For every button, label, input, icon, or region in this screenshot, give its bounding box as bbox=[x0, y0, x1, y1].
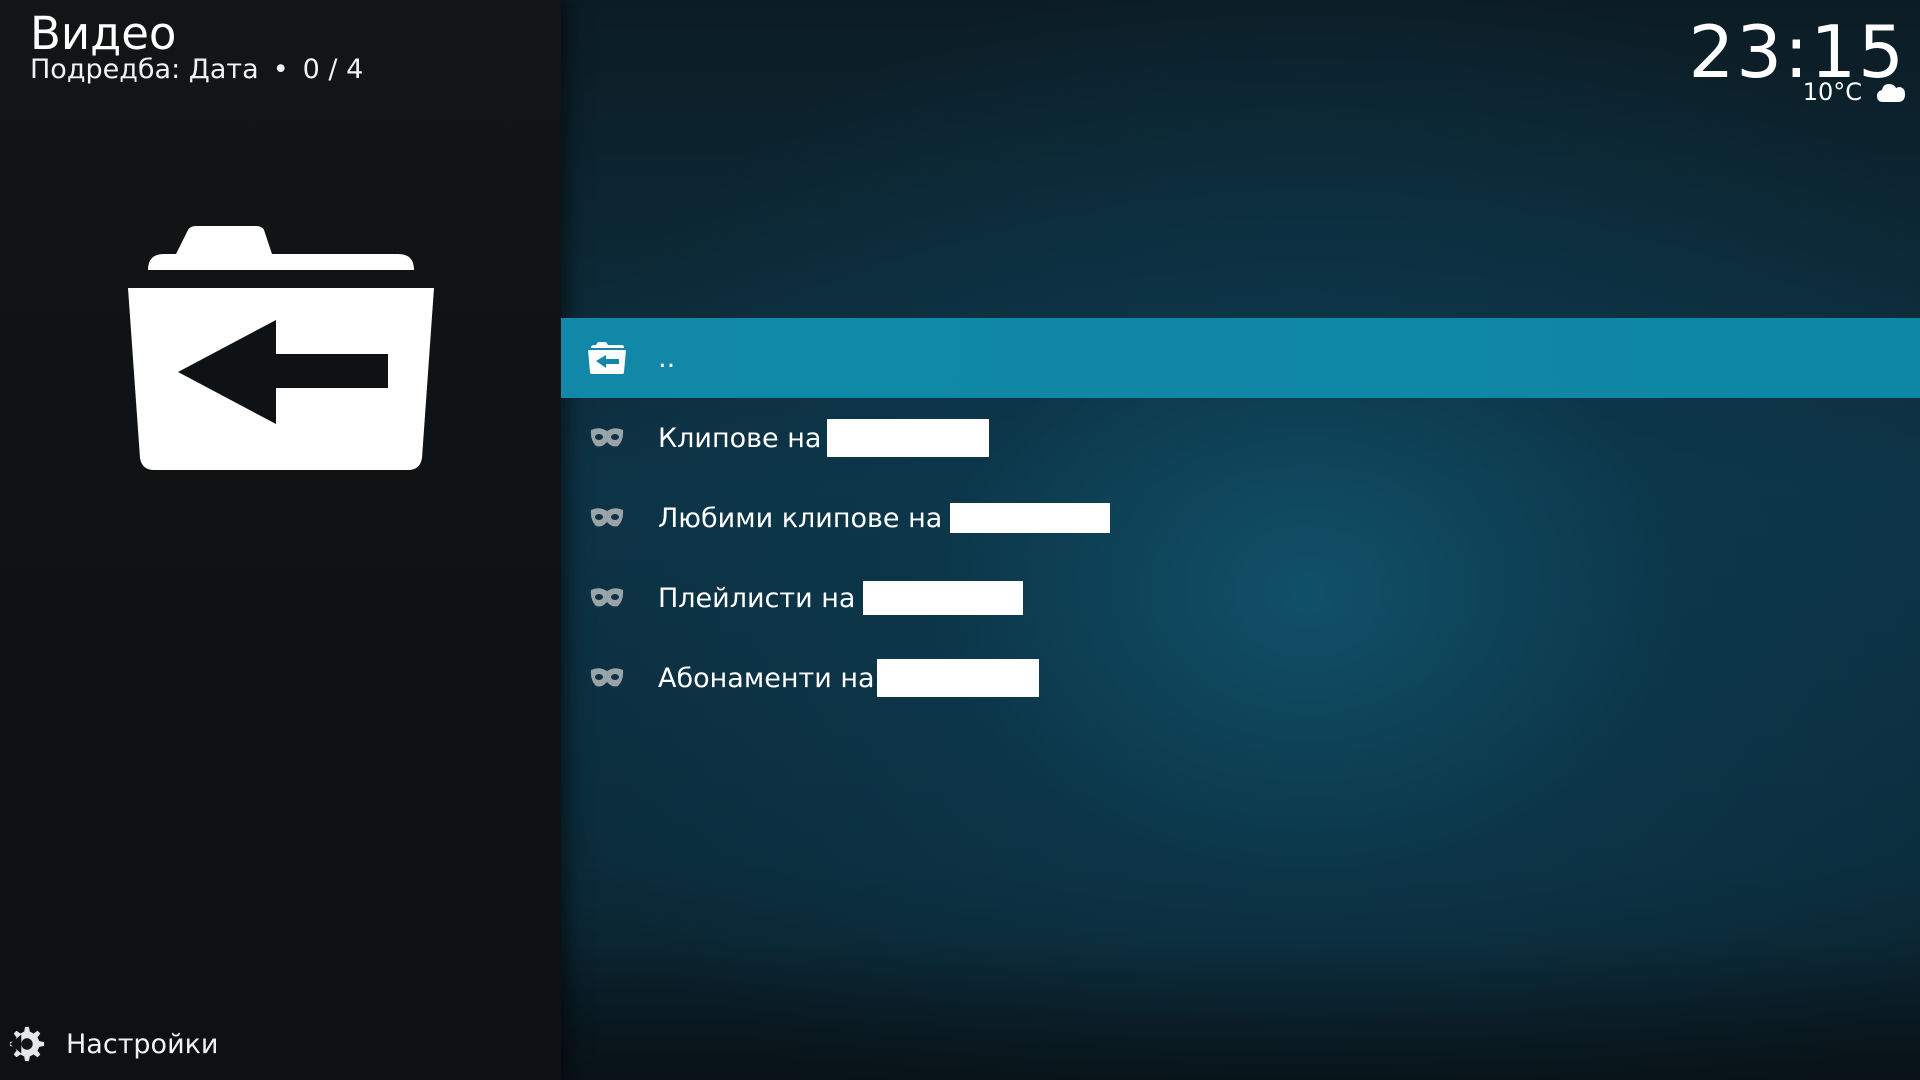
list-item-clips[interactable]: Клипове на bbox=[561, 398, 1920, 478]
list-item-label-row: Любими клипове на bbox=[658, 502, 1111, 534]
list-item-label: Абонаменти на bbox=[658, 662, 875, 694]
mask-icon bbox=[587, 662, 627, 694]
folder-back-icon bbox=[587, 342, 627, 374]
mask-icon bbox=[587, 582, 627, 614]
settings-label: Настройки bbox=[66, 1028, 219, 1060]
list-item-subscriptions[interactable]: Абонаменти на bbox=[561, 638, 1920, 718]
kodi-video-window: Видео Подредба: Дата • 0 / 4 Настройки 23:… bbox=[0, 0, 1920, 1080]
list-item-label-row: Плейлисти на bbox=[658, 581, 1024, 615]
item-position: 0 / 4 bbox=[302, 54, 364, 85]
info-panel: Видео Подредба: Дата • 0 / 4 Настройки bbox=[0, 0, 561, 1080]
temperature: 10°C bbox=[1802, 78, 1862, 106]
folder-back-icon bbox=[128, 226, 434, 470]
gear-icon bbox=[9, 1026, 45, 1062]
redacted-name bbox=[950, 503, 1111, 533]
mask-icon bbox=[587, 422, 627, 454]
list-item-label: Любими клипове на bbox=[658, 502, 943, 534]
mask-icon bbox=[587, 502, 627, 534]
list-item-label-row: Абонаменти на bbox=[658, 659, 1039, 697]
weather-info: 10°C bbox=[1803, 76, 1906, 108]
cloud-icon bbox=[1877, 84, 1905, 102]
redacted-name bbox=[827, 419, 990, 457]
settings-button[interactable]: Настройки bbox=[8, 1022, 218, 1066]
list-item-parent-folder[interactable]: .. bbox=[561, 318, 1920, 398]
redacted-name bbox=[876, 659, 1039, 697]
list-item-label: Плейлисти на bbox=[658, 582, 856, 614]
redacted-name bbox=[863, 581, 1024, 615]
separator-dot: • bbox=[272, 54, 289, 85]
list-item-label-row: Клипове на bbox=[658, 419, 990, 457]
file-list: .. Клипове на Любими клипове на Плейлист… bbox=[561, 318, 1920, 718]
list-item-label: .. bbox=[658, 342, 676, 374]
sort-info: Подредба: Дата • 0 / 4 bbox=[30, 52, 363, 88]
sort-label: Подредба: Дата bbox=[30, 54, 259, 85]
list-item-favorite-clips[interactable]: Любими клипове на bbox=[561, 478, 1920, 558]
list-item-label: Клипове на bbox=[658, 422, 822, 454]
list-item-playlists[interactable]: Плейлисти на bbox=[561, 558, 1920, 638]
